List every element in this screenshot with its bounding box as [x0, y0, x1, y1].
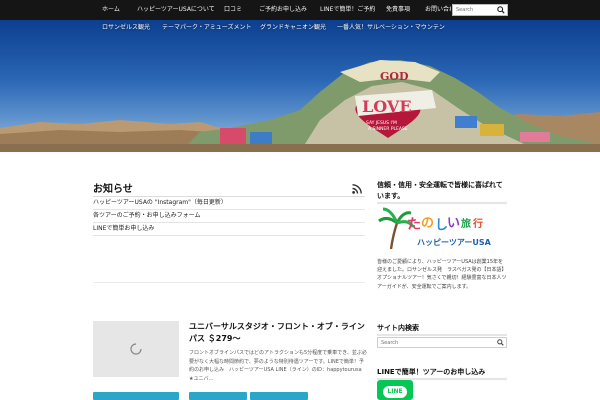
sidebar-about-title: 信頼・信用・安全運転で皆様に喜ばれています。: [377, 181, 503, 200]
post-thumbnail[interactable]: [93, 321, 179, 377]
line-button-label: LINE: [383, 386, 407, 398]
nav-item-disclaimer[interactable]: 免責事項: [386, 0, 410, 20]
svg-text:い: い: [447, 216, 460, 231]
top-nav-bar: ホーム ハッピーツアーUSAについて 口コミ ご予約お申し込み LINEで簡単！…: [0, 0, 600, 20]
hero-heart-text-1: SAY JESUS I'M: [366, 120, 397, 126]
line-app-button[interactable]: LINE: [377, 380, 413, 400]
happy-tour-usa-logo[interactable]: た の し い 旅 行 ハッピーツアーUSA: [377, 205, 505, 253]
logo-text: ハッピーツアーUSA: [417, 237, 492, 247]
hero-heart-text-2: A SINNER PLEASE: [368, 126, 408, 132]
palm-tree-logo-icon: た の し い 旅 行 ハッピーツアーUSA: [378, 207, 492, 250]
hero-banner: LOVE GOD SAY JESUS I'M A SINNER PLEASE ロ…: [0, 20, 600, 152]
hero-god-text: GOD: [380, 70, 409, 83]
svg-text:た: た: [407, 217, 421, 233]
top-search-input[interactable]: [453, 5, 495, 15]
nav-item-reservation[interactable]: ご予約お申し込み: [259, 0, 307, 20]
section-divider: [93, 282, 365, 283]
post-excerpt: フロントオブラインパスではどのアトラクションも5分程度で乗車でき、並ぶ必要がなく…: [189, 350, 367, 382]
svg-text:旅: 旅: [461, 217, 471, 230]
nav-item-contact[interactable]: お問い合わせ: [425, 0, 451, 20]
top-search-box: [452, 4, 508, 16]
sidebar-line-title: LINEで簡単！ツアーのお申し込み: [377, 368, 486, 376]
loading-spinner-icon: [130, 343, 142, 355]
hero-landscape-image: LOVE GOD SAY JESUS I'M A SINNER PLEASE: [0, 60, 600, 152]
rss-feed-icon[interactable]: [352, 184, 362, 194]
sidebar-search-button[interactable]: [494, 338, 506, 347]
sidebar-search-box: [377, 337, 507, 348]
news-item-line-booking[interactable]: LINEで簡単お申し込み: [93, 223, 365, 236]
search-icon: [496, 339, 504, 346]
search-icon: [497, 6, 505, 14]
nav-item-reviews[interactable]: 口コミ: [224, 0, 242, 20]
subnav-item-salvation-mountain[interactable]: 一番人気！サルベーション・マウンテン: [337, 20, 445, 36]
sidebar-divider: [377, 202, 507, 204]
news-item-booking-form[interactable]: 各ツアーのご予約・お申し込みフォーム: [93, 210, 365, 223]
top-search-button[interactable]: [495, 5, 507, 15]
sidebar-divider-search: [377, 334, 507, 336]
post-action-button-3[interactable]: [250, 392, 308, 400]
nav-item-line-reservation[interactable]: LINEで簡単！ご予約: [320, 0, 375, 20]
subnav-item-los-angeles[interactable]: ロサンゼルス観光: [102, 20, 150, 36]
subnav-item-theme-parks[interactable]: テーマパーク・アミューズメント: [162, 20, 251, 36]
post-action-button-2[interactable]: [189, 392, 247, 400]
news-item-instagram[interactable]: ハッピーツアーUSAの "Instagram"（毎日更新）: [93, 197, 365, 210]
sidebar-search-title: サイト内検索: [377, 324, 419, 332]
subnav-item-grand-canyon[interactable]: グランドキャニオン観光: [260, 20, 326, 36]
sidebar-about-text: 皆様のご愛顧により、ハッピーツアーUSAは創業15年を迎えました。ロサンゼルス発…: [377, 259, 507, 290]
svg-text:の: の: [421, 216, 434, 231]
post-action-button-1[interactable]: [93, 392, 179, 400]
hero-love-text: LOVE: [362, 97, 412, 116]
sidebar-search-input[interactable]: [378, 338, 492, 347]
nav-item-about[interactable]: ハッピーツアーUSAについて: [137, 0, 215, 20]
nav-item-home[interactable]: ホーム: [102, 0, 120, 20]
svg-text:行: 行: [472, 217, 483, 230]
post-title-link[interactable]: ユニバーサルスタジオ・フロント・オブ・ラインパス ＄279〜: [189, 321, 369, 345]
news-section-title: お知らせ: [93, 184, 133, 195]
